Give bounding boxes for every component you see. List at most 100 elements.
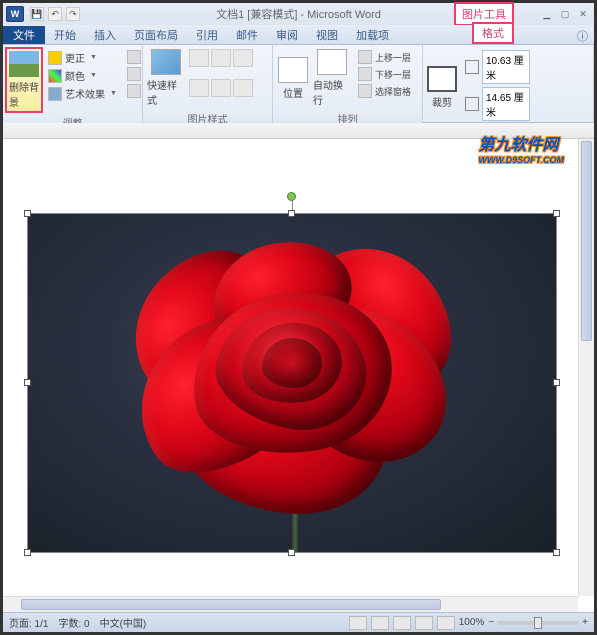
height-icon	[465, 60, 479, 74]
zoom-slider-thumb[interactable]	[534, 617, 542, 629]
picture-layout-button[interactable]	[233, 49, 253, 67]
word-app-icon: W	[6, 6, 24, 22]
resize-handle-r[interactable]	[553, 379, 560, 386]
group-picture-styles: 快速样式 图片样式	[143, 45, 273, 122]
color-icon	[48, 69, 62, 83]
help-icon[interactable]: ⓘ	[577, 28, 588, 44]
zoom-out-button[interactable]: −	[488, 617, 494, 628]
style-thumb[interactable]	[233, 79, 253, 97]
width-input[interactable]: 14.65 厘米	[482, 87, 530, 121]
watermark: 第九软件网 WWW.D9SOFT.COM	[478, 131, 564, 165]
tab-insert[interactable]: 插入	[85, 26, 125, 44]
view-fullscreen-button[interactable]	[371, 616, 389, 630]
maximize-button[interactable]: ▢	[558, 8, 572, 20]
quick-access-toolbar: 💾 ↶ ↷	[30, 7, 80, 21]
minimize-button[interactable]: ▁	[540, 8, 554, 20]
reset-icon	[127, 84, 141, 98]
wrap-icon	[317, 49, 347, 75]
compress-icon	[127, 50, 141, 64]
change-picture-button[interactable]	[124, 66, 144, 82]
height-control: 10.63 厘米	[465, 50, 530, 84]
wrap-text-button[interactable]: 自动换行	[311, 47, 353, 109]
resize-handle-bl[interactable]	[24, 549, 31, 556]
color-button[interactable]: 颜色▼	[45, 67, 120, 84]
tab-references[interactable]: 引用	[187, 26, 227, 44]
chevron-down-icon: ▼	[90, 54, 97, 61]
bring-forward-icon	[358, 50, 372, 64]
qat-save-icon[interactable]: 💾	[30, 7, 44, 21]
group-adjust: 删除背景 更正▼ 颜色▼ 艺术效果▼ 调整	[3, 45, 143, 122]
send-backward-button[interactable]: 下移一层	[355, 66, 414, 82]
status-page[interactable]: 页面: 1/1	[9, 615, 48, 630]
resize-handle-tr[interactable]	[553, 210, 560, 217]
window-controls: ▁ ▢ ✕	[540, 8, 590, 20]
corrections-button[interactable]: 更正▼	[45, 49, 120, 66]
crop-button[interactable]: 裁剪	[425, 47, 459, 127]
tab-format[interactable]: 格式	[472, 22, 514, 44]
zoom-in-button[interactable]: +	[582, 617, 588, 628]
width-icon	[465, 97, 479, 111]
tab-home[interactable]: 开始	[45, 26, 85, 44]
artistic-effects-button[interactable]: 艺术效果▼	[45, 85, 120, 102]
reset-picture-button[interactable]	[124, 83, 144, 99]
bring-forward-button[interactable]: 上移一层	[355, 49, 414, 65]
resize-handle-t[interactable]	[288, 210, 295, 217]
window-title: 文档1 [兼容模式] - Microsoft Word	[216, 6, 381, 22]
picture-effects-button[interactable]	[211, 49, 231, 67]
chevron-down-icon: ▼	[90, 72, 97, 79]
page-canvas[interactable]	[13, 143, 578, 592]
horizontal-scroll-thumb[interactable]	[21, 599, 441, 610]
style-thumb[interactable]	[211, 79, 231, 97]
tab-mailings[interactable]: 邮件	[227, 26, 267, 44]
crop-icon	[427, 66, 457, 92]
view-print-layout-button[interactable]	[349, 616, 367, 630]
picture-border-button[interactable]	[189, 49, 209, 67]
close-button[interactable]: ✕	[576, 8, 590, 20]
view-draft-button[interactable]	[437, 616, 455, 630]
height-input[interactable]: 10.63 厘米	[482, 50, 530, 84]
artistic-icon	[48, 87, 62, 101]
selection-pane-icon	[358, 84, 372, 98]
corrections-icon	[48, 51, 62, 65]
view-web-button[interactable]	[393, 616, 411, 630]
position-button[interactable]: 位置	[275, 47, 311, 109]
rotation-handle[interactable]	[287, 192, 296, 201]
horizontal-scrollbar[interactable]	[3, 596, 578, 612]
compress-pictures-button[interactable]	[124, 49, 144, 65]
group-arrange: 位置 自动换行 上移一层 下移一层 选择窗格 排列	[273, 45, 423, 122]
chevron-down-icon: ▼	[110, 90, 117, 97]
quick-styles-icon	[151, 49, 181, 75]
status-bar: 页面: 1/1 字数: 0 中文(中国) 100% − +	[3, 612, 594, 632]
quick-styles-button[interactable]: 快速样式	[145, 47, 187, 109]
resize-handle-l[interactable]	[24, 379, 31, 386]
style-thumb[interactable]	[189, 79, 209, 97]
zoom-level[interactable]: 100%	[459, 617, 485, 628]
group-size: 裁剪 10.63 厘米 14.65 厘米 大小	[423, 45, 594, 122]
zoom-slider[interactable]	[498, 621, 578, 625]
qat-redo-icon[interactable]: ↷	[66, 7, 80, 21]
status-language[interactable]: 中文(中国)	[100, 615, 147, 630]
tab-view[interactable]: 视图	[307, 26, 347, 44]
remove-background-button[interactable]: 删除背景	[5, 47, 43, 113]
resize-handle-br[interactable]	[553, 549, 560, 556]
remove-background-icon	[9, 51, 39, 77]
ribbon: 删除背景 更正▼ 颜色▼ 艺术效果▼ 调整 快速样式	[3, 45, 594, 123]
selection-pane-button[interactable]: 选择窗格	[355, 83, 414, 99]
change-picture-icon	[127, 67, 141, 81]
tab-addins[interactable]: 加载项	[347, 26, 398, 44]
selected-image[interactable]	[27, 213, 557, 553]
resize-handle-b[interactable]	[288, 549, 295, 556]
rose-image	[28, 214, 556, 552]
width-control: 14.65 厘米	[465, 87, 530, 121]
tab-review[interactable]: 审阅	[267, 26, 307, 44]
ribbon-tabs: 文件 开始 插入 页面布局 引用 邮件 审阅 视图 加载项 格式 ⓘ	[3, 25, 594, 45]
tab-file[interactable]: 文件	[3, 26, 45, 44]
tab-page-layout[interactable]: 页面布局	[125, 26, 187, 44]
status-word-count[interactable]: 字数: 0	[58, 615, 89, 630]
vertical-scrollbar[interactable]	[578, 139, 594, 596]
view-outline-button[interactable]	[415, 616, 433, 630]
document-area	[3, 123, 594, 612]
qat-undo-icon[interactable]: ↶	[48, 7, 62, 21]
vertical-scroll-thumb[interactable]	[581, 141, 592, 341]
resize-handle-tl[interactable]	[24, 210, 31, 217]
